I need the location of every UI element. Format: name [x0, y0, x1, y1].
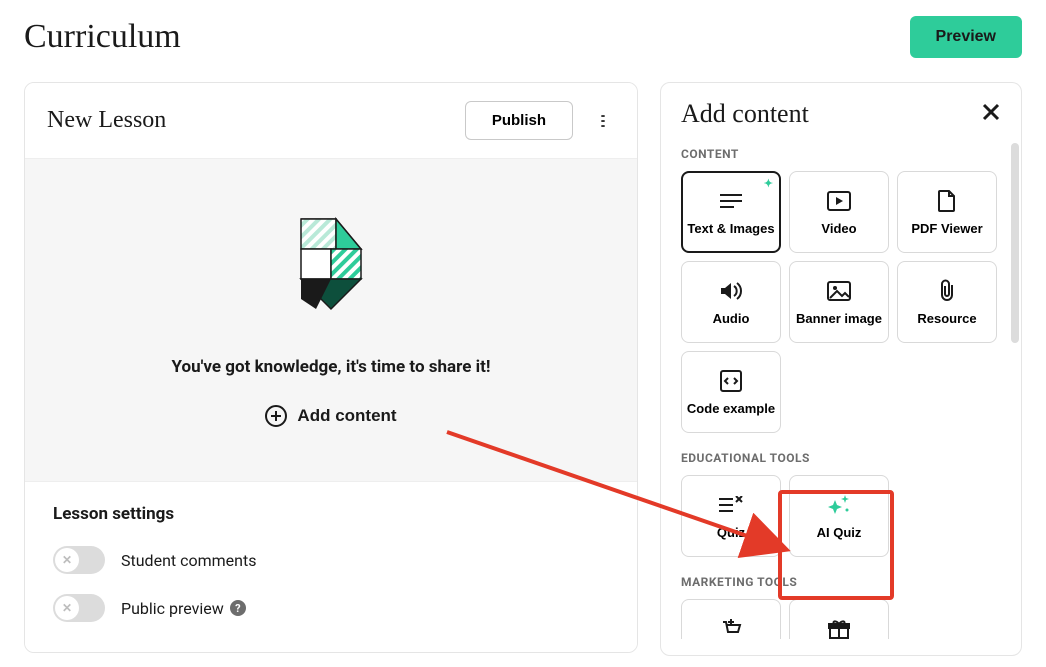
lesson-empty-state: You've got knowledge, it's time to share…: [25, 158, 637, 482]
sparkle-icon: ✦: [764, 177, 773, 190]
tile-label: Resource: [917, 311, 976, 326]
section-educational-label: EDUCATIONAL TOOLS: [681, 451, 1005, 465]
publish-button[interactable]: Publish: [465, 101, 573, 140]
scrollbar[interactable]: [1011, 143, 1019, 343]
tile-video[interactable]: Video: [789, 171, 889, 253]
tile-label: Audio: [713, 311, 750, 326]
paperclip-icon: [938, 279, 956, 303]
add-content-panel: Add content CONTENT ✦ Text & Images: [660, 82, 1022, 656]
tile-text-images[interactable]: ✦ Text & Images: [681, 171, 781, 253]
add-content-label: Add content: [297, 406, 396, 426]
tile-label: AI Quiz: [817, 525, 862, 540]
quiz-icon: [719, 493, 743, 517]
add-content-panel-title: Add content: [681, 99, 809, 129]
tile-label: Video: [821, 221, 856, 236]
tile-label: PDF Viewer: [911, 221, 982, 236]
lesson-panel: New Lesson Publish: [24, 82, 638, 653]
tile-audio[interactable]: Audio: [681, 261, 781, 343]
tile-banner-image[interactable]: Banner image: [789, 261, 889, 343]
tile-label: Banner image: [796, 311, 882, 326]
tile-label: Quiz: [717, 525, 745, 540]
toggle-off-icon: ✕: [55, 548, 79, 572]
tile-quiz[interactable]: Quiz: [681, 475, 781, 557]
plus-circle-icon: [265, 405, 287, 427]
empty-state-message: You've got knowledge, it's time to share…: [45, 357, 617, 377]
public-preview-label: Public preview: [121, 599, 224, 618]
tile-marketing-1[interactable]: [681, 599, 781, 639]
cart-icon: [720, 619, 742, 639]
lesson-header: New Lesson Publish: [25, 83, 637, 158]
content-tiles: ✦ Text & Images Video PDF Vie: [681, 171, 1005, 433]
page-title: Curriculum: [24, 18, 181, 56]
lesson-settings: Lesson settings ✕ Student comments ✕ Pub…: [25, 482, 637, 652]
lesson-title: New Lesson: [47, 107, 166, 134]
section-content-label: CONTENT: [681, 147, 1005, 161]
gift-icon: [828, 619, 850, 639]
toggle-off-icon: ✕: [55, 596, 79, 620]
sparkles-icon: [825, 493, 853, 517]
setting-public-preview: ✕ Public preview ?: [53, 594, 609, 622]
lesson-illustration: [281, 209, 381, 329]
tile-resource[interactable]: Resource: [897, 261, 997, 343]
more-options-button[interactable]: [591, 109, 615, 133]
tile-label: Text & Images: [687, 221, 774, 236]
tile-label: Code example: [687, 401, 775, 416]
page-header: Curriculum Preview: [24, 16, 1022, 58]
help-icon[interactable]: ?: [230, 600, 246, 616]
tile-pdf-viewer[interactable]: PDF Viewer: [897, 171, 997, 253]
tile-marketing-2[interactable]: [789, 599, 889, 639]
add-content-button[interactable]: Add content: [265, 405, 396, 427]
document-icon: [938, 189, 956, 213]
student-comments-toggle[interactable]: ✕: [53, 546, 105, 574]
text-lines-icon: [720, 189, 742, 213]
code-icon: [720, 369, 742, 393]
setting-student-comments: ✕ Student comments: [53, 546, 609, 574]
image-icon: [827, 279, 851, 303]
close-button[interactable]: [977, 100, 1005, 128]
preview-button[interactable]: Preview: [910, 16, 1022, 58]
settings-title: Lesson settings: [53, 504, 609, 524]
close-icon: [982, 103, 1000, 121]
student-comments-label: Student comments: [121, 551, 256, 570]
marketing-tiles: [681, 599, 1005, 639]
tile-code-example[interactable]: Code example: [681, 351, 781, 433]
section-marketing-label: MARKETING TOOLS: [681, 575, 1005, 589]
public-preview-toggle[interactable]: ✕: [53, 594, 105, 622]
educational-tiles: Quiz AI Quiz: [681, 475, 1005, 557]
audio-icon: [719, 279, 743, 303]
video-icon: [827, 189, 851, 213]
tile-ai-quiz[interactable]: AI Quiz: [789, 475, 889, 557]
